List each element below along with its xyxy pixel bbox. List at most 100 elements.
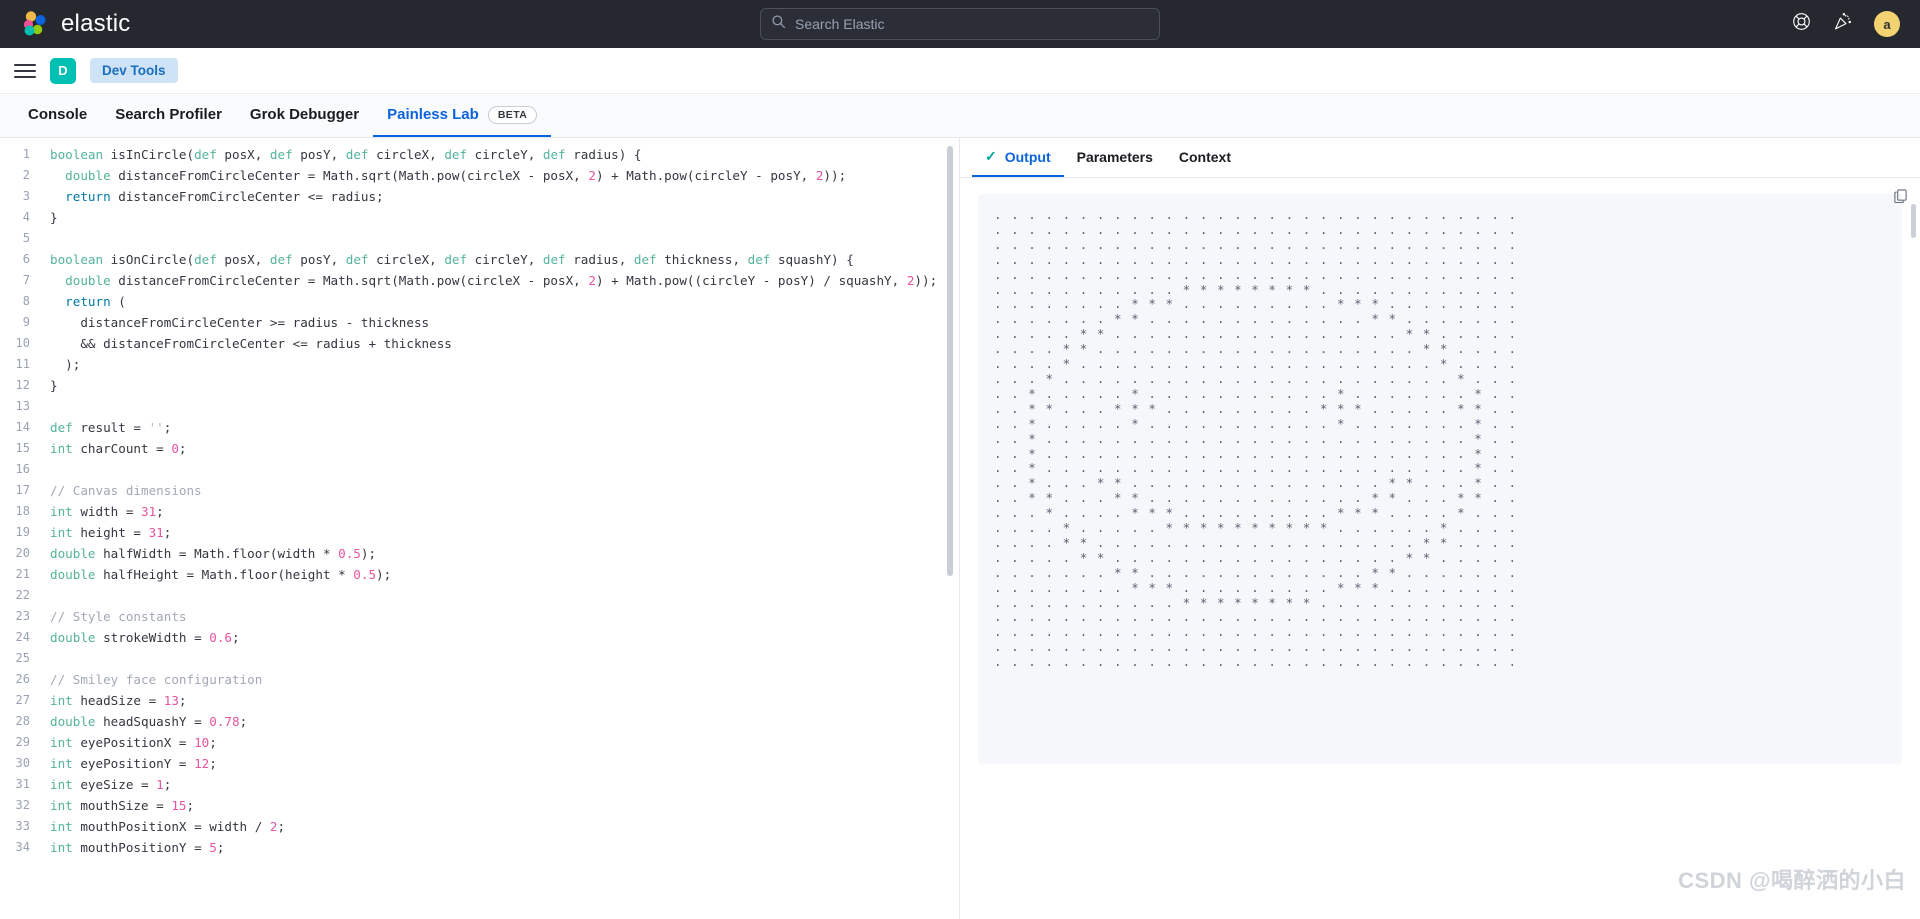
line-number: 5: [22, 231, 30, 245]
code-text: double halfWidth = Math.floor(width * 0.…: [50, 546, 377, 561]
code-line[interactable]: 32 int mouthSize = 15;: [0, 795, 959, 816]
editor-scrollbar[interactable]: [947, 146, 953, 576]
party-popper-icon[interactable]: [1833, 12, 1852, 36]
code-text: // Style constants: [50, 609, 187, 624]
global-search-box[interactable]: Search Elastic: [760, 8, 1160, 40]
breadcrumb-dev-tools[interactable]: Dev Tools: [90, 58, 178, 83]
main-content: 1 boolean isInCircle(def posX, def posY, …: [0, 138, 1920, 919]
line-number: 25: [15, 651, 30, 665]
code-line[interactable]: 7 double distanceFromCircleCenter = Math…: [0, 270, 959, 291]
search-icon: [771, 14, 786, 34]
code-line[interactable]: 29 int eyePositionX = 10;: [0, 732, 959, 753]
code-line[interactable]: 13: [0, 396, 959, 417]
code-text: && distanceFromCircleCenter <= radius + …: [80, 336, 452, 351]
code-text: double distanceFromCircleCenter = Math.s…: [65, 273, 938, 288]
tab-painless-lab[interactable]: Painless Lab BETA: [373, 94, 552, 137]
code-line[interactable]: 2 double distanceFromCircleCenter = Math…: [0, 165, 959, 186]
code-line[interactable]: 8 return (: [0, 291, 959, 312]
line-number: 21: [15, 567, 30, 581]
tab-painless-lab-label: Painless Lab: [387, 106, 479, 123]
code-line[interactable]: 24 double strokeWidth = 0.6;: [0, 627, 959, 648]
line-number: 7: [22, 273, 30, 287]
code-text: double strokeWidth = 0.6;: [50, 630, 240, 645]
code-line[interactable]: 21 double halfHeight = Math.floor(height …: [0, 564, 959, 585]
code-line[interactable]: 5: [0, 228, 959, 249]
line-number: 9: [22, 315, 30, 329]
copy-icon[interactable]: [1893, 188, 1908, 208]
line-number: 28: [15, 714, 30, 728]
code-line[interactable]: 4}: [0, 207, 959, 228]
tab-console[interactable]: Console: [14, 94, 101, 137]
space-avatar[interactable]: D: [50, 57, 76, 84]
code-line[interactable]: 18 int width = 31;: [0, 501, 959, 522]
line-number: 27: [15, 693, 30, 707]
code-line[interactable]: 27 int headSize = 13;: [0, 690, 959, 711]
line-number: 16: [15, 462, 30, 476]
code-line[interactable]: 11 );: [0, 354, 959, 375]
user-avatar[interactable]: a: [1874, 11, 1900, 37]
code-text: int mouthSize = 15;: [50, 798, 195, 813]
code-text: int height = 31;: [50, 525, 172, 540]
tab-output[interactable]: ✓ Output: [972, 138, 1064, 177]
code-line[interactable]: 15 int charCount = 0;: [0, 438, 959, 459]
code-line[interactable]: 30 int eyePositionY = 12;: [0, 753, 959, 774]
hamburger-icon[interactable]: [14, 63, 36, 78]
code-line[interactable]: 16: [0, 459, 959, 480]
code-text: );: [65, 357, 81, 372]
line-number: 33: [15, 819, 30, 833]
code-line[interactable]: 17 // Canvas dimensions: [0, 480, 959, 501]
tab-parameters[interactable]: Parameters: [1064, 138, 1166, 177]
line-number: 3: [22, 189, 30, 203]
code-line[interactable]: 10 && distanceFromCircleCenter <= radius…: [0, 333, 959, 354]
code-line[interactable]: 9 distanceFromCircleCenter >= radius - t…: [0, 312, 959, 333]
code-line[interactable]: 33 int mouthPositionX = width / 2;: [0, 816, 959, 837]
tab-grok-debugger[interactable]: Grok Debugger: [236, 94, 373, 137]
code-text: int charCount = 0;: [50, 441, 187, 456]
code-text: int width = 31;: [50, 504, 164, 519]
global-search-placeholder: Search Elastic: [795, 16, 885, 32]
code-line[interactable]: 31 int eyeSize = 1;: [0, 774, 959, 795]
code-line[interactable]: 20 double halfWidth = Math.floor(width * …: [0, 543, 959, 564]
code-line[interactable]: 12}: [0, 375, 959, 396]
code-text: int mouthPositionX = width / 2;: [50, 819, 286, 834]
code-text: double headSquashY = 0.78;: [50, 714, 248, 729]
check-icon: ✓: [985, 148, 997, 164]
code-line[interactable]: 1 boolean isInCircle(def posX, def posY, …: [0, 144, 959, 165]
tab-search-profiler-label: Search Profiler: [115, 106, 222, 123]
code-line[interactable]: 3 return distanceFromCircleCenter <= rad…: [0, 186, 959, 207]
line-number: 14: [15, 420, 30, 434]
code-line[interactable]: 22: [0, 585, 959, 606]
dev-tools-tabs: Console Search Profiler Grok Debugger Pa…: [0, 94, 1920, 138]
code-line[interactable]: 19 int height = 31;: [0, 522, 959, 543]
line-number: 1: [22, 147, 30, 161]
code-text: double halfHeight = Math.floor(height * …: [50, 567, 392, 582]
code-line[interactable]: 28 double headSquashY = 0.78;: [0, 711, 959, 732]
code-text: // Canvas dimensions: [50, 483, 202, 498]
code-line[interactable]: 25: [0, 648, 959, 669]
code-text: def result = '';: [50, 420, 172, 435]
output-result-card: . . . . . . . . . . . . . . . . . . . . …: [978, 194, 1902, 764]
code-lines[interactable]: 1 boolean isInCircle(def posX, def posY, …: [0, 138, 959, 858]
line-number: 2: [22, 168, 30, 182]
tab-search-profiler[interactable]: Search Profiler: [101, 94, 236, 137]
line-number: 12: [15, 378, 30, 392]
code-line[interactable]: 6 boolean isOnCircle(def posX, def posY, …: [0, 249, 959, 270]
code-line[interactable]: 23 // Style constants: [0, 606, 959, 627]
painless-code-editor[interactable]: 1 boolean isInCircle(def posX, def posY, …: [0, 138, 960, 919]
code-line[interactable]: 14 def result = '';: [0, 417, 959, 438]
code-line[interactable]: 34 int mouthPositionY = 5;: [0, 837, 959, 858]
code-line[interactable]: 26 // Smiley face configuration: [0, 669, 959, 690]
elastic-brand[interactable]: elastic: [20, 9, 130, 39]
line-number: 29: [15, 735, 30, 749]
lifebuoy-icon[interactable]: [1792, 12, 1811, 36]
output-scrollbar[interactable]: [1911, 204, 1916, 238]
code-text: int eyePositionY = 12;: [50, 756, 217, 771]
code-text: boolean isOnCircle(def posX, def posY, d…: [50, 252, 854, 267]
line-number: 8: [22, 294, 30, 308]
output-pane: ✓ Output Parameters Context . . . . . . …: [960, 138, 1920, 919]
tab-context[interactable]: Context: [1166, 138, 1244, 177]
code-text: int eyePositionX = 10;: [50, 735, 217, 750]
code-text: int headSize = 13;: [50, 693, 187, 708]
